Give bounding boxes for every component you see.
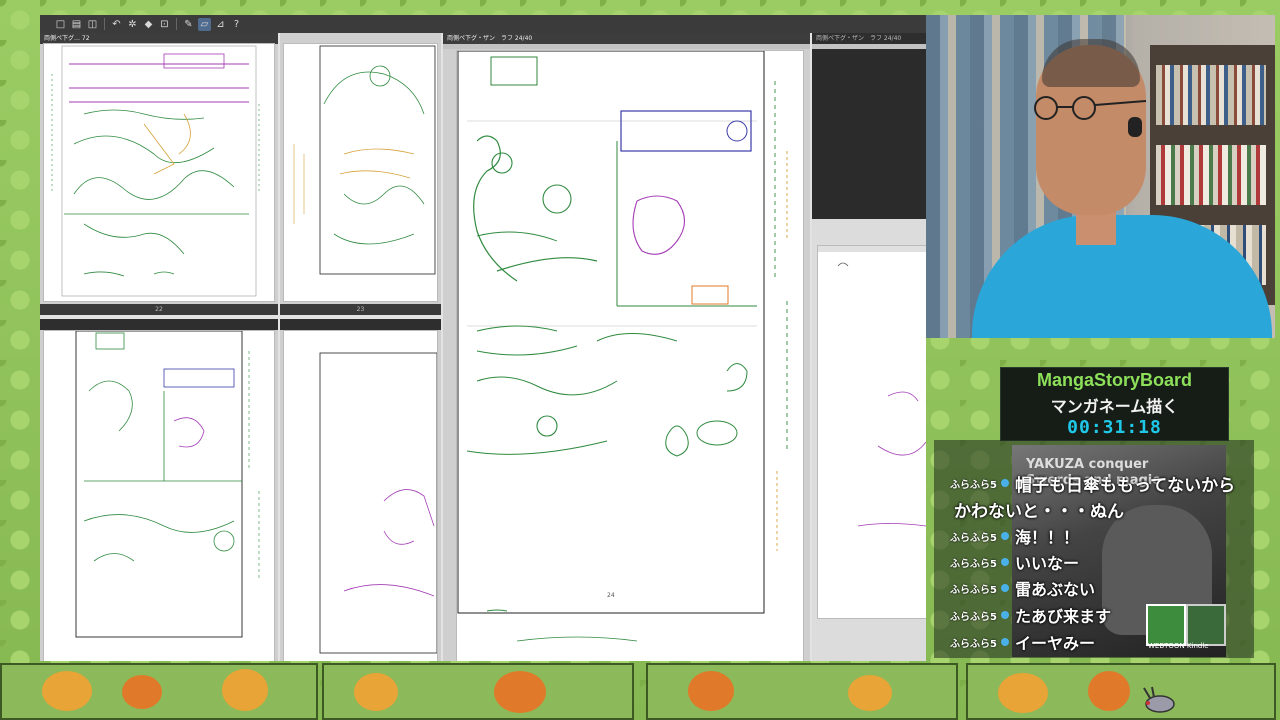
ruler-center — [443, 44, 810, 49]
drawing-app-window: □ ▤ ◫ ↶ ✲ ◆ ⊡ ✎ ▱ ⊿ ? 両側ペ下グ… 72 22 23 両側… — [40, 15, 926, 661]
earphone-icon — [1128, 117, 1142, 137]
tab-left-top[interactable]: 両側ペ下グ… 72 — [40, 33, 278, 44]
bottom-deco-panel — [0, 663, 318, 720]
stream-title-box: MangaStoryBoard マンガネーム描く 00:31:18 — [1000, 367, 1229, 441]
user-badge-icon — [1000, 532, 1009, 540]
chat-username: ふらふら5 — [950, 638, 997, 650]
toolbar-divider — [104, 18, 105, 30]
pane-page-24-small[interactable] — [40, 319, 278, 661]
right-page-sketch — [818, 246, 926, 527]
gear-icon[interactable]: ✲ — [126, 18, 139, 31]
page-22-label: 22 — [40, 304, 278, 315]
page-22-sketch — [51, 45, 260, 297]
toolbar-divider — [176, 18, 177, 30]
webcam-feed — [926, 15, 1275, 338]
chat-text: かわないと・・・ぬん — [954, 501, 1124, 522]
badge-label: WEBTOON Kindle — [1148, 642, 1209, 650]
stream-timer: 00:31:18 — [1067, 417, 1162, 438]
new-file-icon[interactable]: □ — [54, 18, 67, 31]
main-canvas-paper[interactable]: 24 — [457, 51, 803, 661]
chat-username: ふらふら5 — [950, 584, 997, 596]
chat-text: たあび来ます — [1014, 607, 1111, 626]
tab-middle-bottom[interactable] — [280, 319, 441, 330]
save-icon[interactable]: ◫ — [86, 18, 99, 31]
page-24-small-paper[interactable] — [44, 331, 274, 661]
page-22-paper[interactable] — [44, 44, 274, 301]
chat-text: いいなー — [1014, 554, 1079, 573]
user-badge-icon — [1000, 611, 1009, 619]
bottom-deco-panel — [322, 663, 634, 720]
right-page-paper[interactable] — [818, 246, 926, 618]
pane-right[interactable]: 両側ペ下グ・ザン ラフ 24/40 — [812, 33, 926, 661]
chat-username: ふらふら5 — [950, 611, 997, 623]
stream-title-jp: マンガネーム描く — [1050, 397, 1179, 416]
chat-text: 雷あぶない — [1014, 580, 1095, 599]
chat-message: ふらふら5 海！！！ — [950, 525, 1079, 547]
page-25-sketch — [319, 352, 437, 654]
chat-username: ふらふら5 — [950, 532, 997, 544]
pen-icon[interactable]: ✎ — [182, 18, 195, 31]
chat-message: ふらふら5 帽子も日傘ももってないから — [950, 472, 1236, 496]
chat-text: イーヤみー — [1014, 634, 1095, 653]
right-dark-panel — [812, 49, 926, 219]
app-toolbar: □ ▤ ◫ ↶ ✲ ◆ ⊡ ✎ ▱ ⊿ ? — [40, 15, 926, 33]
tab-right[interactable]: 両側ペ下グ・ザン ラフ 24/40 — [812, 33, 926, 44]
webtoon-badge-icon — [1146, 604, 1186, 646]
chat-message: ふらふら5 たあび来ます — [950, 604, 1111, 626]
pane-page-25[interactable] — [280, 319, 441, 661]
stream-title-en: MangaStoryBoard — [1036, 370, 1193, 390]
chat-text: 帽子も日傘ももってないから — [1014, 475, 1236, 496]
pane-page-22[interactable]: 両側ペ下グ… 72 22 — [40, 33, 278, 315]
main-canvas-sketch — [457, 51, 788, 642]
chat-message: ふらふら5 イーヤみー — [950, 631, 1095, 653]
chat-username: ふらふら5 — [950, 479, 997, 491]
ruler-icon[interactable]: ⊿ — [214, 18, 227, 31]
fill-icon[interactable]: ◆ — [142, 18, 155, 31]
transform-icon[interactable]: ⊡ — [158, 18, 171, 31]
user-badge-icon — [1000, 479, 1009, 487]
kindle-badge-icon — [1186, 604, 1226, 646]
page-23-label: 23 — [280, 304, 441, 315]
chat-username: ふらふら5 — [950, 558, 997, 570]
chat-message: ふらふら5 雷あぶない — [950, 577, 1095, 599]
chat-message: ふらふら5 いいなー — [950, 551, 1079, 573]
books-row-2 — [1156, 145, 1266, 205]
tab-center[interactable]: 両側ペ下グ・ザン ラフ 24/40 — [443, 33, 810, 44]
user-badge-icon — [1000, 584, 1009, 592]
user-badge-icon — [1000, 638, 1009, 646]
open-icon[interactable]: ▤ — [70, 18, 83, 31]
pane-page-23[interactable]: 23 — [280, 33, 441, 315]
main-page-number: 24 — [607, 592, 615, 599]
page-23-sketch — [293, 45, 436, 275]
page-24-small-sketch — [75, 331, 260, 638]
chat-message: かわないと・・・ぬん — [950, 498, 1124, 522]
undo-icon[interactable]: ↶ — [110, 18, 123, 31]
books-row-1 — [1156, 65, 1266, 125]
bunny-mascot-icon — [1143, 686, 1175, 713]
pane-main-page-24[interactable]: 両側ペ下グ・ザン ラフ 24/40 24 — [443, 33, 810, 661]
help-icon[interactable]: ? — [230, 18, 243, 31]
bottom-deco-panel — [646, 663, 958, 720]
page-25-paper[interactable] — [284, 331, 437, 661]
bottom-deco-panel — [966, 663, 1276, 720]
tab-left-bottom[interactable] — [40, 319, 278, 330]
page-23-paper[interactable] — [284, 44, 437, 301]
user-badge-icon — [1000, 558, 1009, 566]
chat-text: 海！！！ — [1014, 528, 1079, 547]
eraser-icon[interactable]: ▱ — [198, 17, 211, 31]
